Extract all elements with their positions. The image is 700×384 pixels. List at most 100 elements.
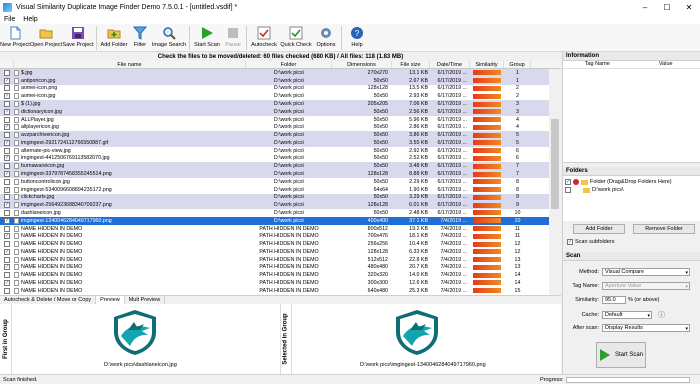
add-folder-button[interactable]: Add Folder [99, 24, 129, 52]
table-row[interactable]: aomei-icon.png D:\work pics\ 128x128 13.5 K… [0, 85, 549, 93]
table-row[interactable]: clickcharts.jpg D:\work pics\ 50x50 3.29 KB… [0, 193, 549, 202]
row-checkbox[interactable]: ✓ [4, 217, 10, 224]
options-button[interactable]: Options [313, 24, 339, 52]
table-row[interactable]: ✓ antiporicon.jpg D:\work pics\ 50x50 2.67 K… [0, 76, 549, 85]
row-checkbox[interactable] [4, 194, 10, 201]
open-project-button[interactable]: Open Project [30, 24, 62, 52]
row-checkbox[interactable]: ✓ [4, 202, 10, 209]
tab-autocheck[interactable]: Autocheck & Delete / Move or Copy [0, 296, 97, 304]
similarity-input[interactable]: 95.0 [602, 296, 626, 304]
table-row[interactable]: ✓ imgingest-1340046284049717960.png D:\wor… [0, 216, 549, 225]
row-checkbox[interactable]: ✓ [4, 186, 10, 193]
row-checkbox[interactable] [4, 132, 10, 139]
filter-button[interactable]: Filter [129, 24, 151, 52]
table-row[interactable]: ✓ NAME HIDDEN IN DEMO PATH HIDDEN IN DEMO 4… [0, 264, 549, 272]
save-project-button[interactable]: Save Project [62, 24, 94, 52]
table-row[interactable]: $.jpg D:\work pics\ 270x270 13.1 KB 6/17/201… [0, 69, 549, 77]
table-row[interactable]: ✓ imgingest-3379787458355245514.png D:\wor… [0, 170, 549, 178]
table-row[interactable]: ✓ NAME HIDDEN IN DEMO PATH HIDDEN IN DEMO 7… [0, 232, 549, 240]
row-checkbox[interactable]: ✓ [4, 108, 10, 115]
table-row[interactable]: ✓ imgingest-5340096608894235172.png D:\wor… [0, 186, 549, 194]
row-checkbox[interactable]: ✓ [4, 155, 10, 162]
after-scan-select[interactable]: Display Results ▾ [602, 324, 690, 332]
info-col-tag[interactable]: Tag Name [563, 61, 632, 68]
row-checkbox[interactable] [4, 225, 10, 232]
header-check[interactable] [0, 61, 14, 68]
table-row[interactable]: ✓ imgingest-2921724112766550887.gif D:\wor… [0, 139, 549, 147]
scan-subfolders-option[interactable]: ✓ Scan subfolders [567, 238, 614, 246]
minimize-button[interactable]: – [634, 0, 656, 14]
info-col-value[interactable]: Value [632, 61, 700, 68]
table-row[interactable]: NAME HIDDEN IN DEMO PATH HIDDEN IN DEMO 25… [0, 240, 549, 248]
header-file-size[interactable]: File size [392, 61, 430, 68]
help-button[interactable]: ? Help [344, 24, 370, 52]
help-icon[interactable]: ⓘ [658, 310, 665, 320]
row-checkbox[interactable]: ✓ [4, 93, 10, 100]
row-checkbox[interactable]: ✓ [4, 233, 10, 240]
tag-name-select[interactable]: Aperture Value ▾ [602, 282, 690, 290]
row-checkbox[interactable] [4, 256, 10, 263]
new-project-button[interactable]: New Project [0, 24, 30, 52]
start-scan-side-button[interactable]: Start Scan [596, 342, 646, 368]
row-checkbox[interactable] [4, 241, 10, 248]
maximize-button[interactable]: ☐ [656, 0, 678, 14]
table-row[interactable]: NAME HIDDEN IN DEMO PATH HIDDEN IN DEMO 32… [0, 271, 549, 279]
row-checkbox[interactable]: ✓ [4, 139, 10, 146]
menu-file[interactable]: File [4, 16, 15, 23]
table-row[interactable]: dashlaneicon.jpg D:\work pics\ 50x50 2.48 K… [0, 209, 549, 217]
table-row[interactable]: ALLPlayer.jpg D:\work pics\ 50x50 5.96 KB 6/… [0, 116, 549, 124]
row-checkbox[interactable] [4, 287, 10, 294]
header-date-time[interactable]: Date/Time [430, 61, 470, 68]
table-row[interactable]: ✓ NAME HIDDEN IN DEMO PATH HIDDEN IN DEMO 3… [0, 279, 549, 287]
row-checkbox[interactable]: ✓ [4, 124, 10, 131]
menu-help[interactable]: Help [23, 16, 37, 23]
table-row[interactable]: ✓ aomei-icon.jpg D:\work pics\ 50x50 2.93 KB… [0, 92, 549, 100]
row-checkbox[interactable] [4, 69, 10, 76]
row-checkbox[interactable] [4, 163, 10, 170]
table-row[interactable]: ✓ NAME HIDDEN IN DEMO PATH HIDDEN IN DEMO 1… [0, 248, 549, 256]
table-row[interactable]: ✓ allplayericon.jpg D:\work pics\ 50x50 2.86… [0, 123, 549, 131]
table-row[interactable]: burnawareicon.jpg D:\work pics\ 50x50 3.48 … [0, 162, 549, 171]
method-select[interactable]: Visual Compare ▾ [602, 268, 690, 276]
row-checkbox[interactable]: ✓ [4, 77, 10, 84]
row-checkbox[interactable]: ✓ [4, 279, 10, 286]
table-row[interactable]: avzparchivericon.jpg D:\work pics\ 50x50 3.… [0, 131, 549, 140]
table-row[interactable]: $ (1).jpg D:\work pics\ 205x205 7.06 KB 6/17… [0, 100, 549, 108]
scan-subfolders-checkbox[interactable]: ✓ [567, 239, 573, 245]
tab-mult-preview[interactable]: Mult Preview [125, 296, 166, 304]
table-row[interactable]: NAME HIDDEN IN DEMO PATH HIDDEN IN DEMO 51… [0, 256, 549, 264]
folder-drop-target[interactable]: ✓ Folder (Drag&Drop Folders Here) [565, 178, 698, 186]
row-checkbox[interactable] [4, 116, 10, 123]
close-button[interactable]: ✕ [678, 0, 700, 14]
row-checkbox[interactable]: ✓ [4, 171, 10, 178]
header-similarity[interactable]: Similarity [470, 61, 504, 68]
row-checkbox[interactable] [4, 101, 10, 108]
folder-item[interactable]: D:\work pics\ [565, 186, 698, 194]
autocheck-button[interactable]: Autocheck [249, 24, 279, 52]
row-checkbox[interactable] [4, 178, 10, 185]
row-checkbox[interactable] [4, 209, 10, 216]
quick-check-button[interactable]: Quick Check [279, 24, 313, 52]
add-folder-side-button[interactable]: Add Folder [573, 224, 625, 234]
start-scan-button[interactable]: Start Scan [192, 24, 222, 52]
table-row[interactable]: alternate-pic-view.jpg D:\work pics\ 50x50… [0, 147, 549, 155]
table-row[interactable]: ✓ dictionaryicon.jpg D:\work pics\ 50x50 2.5… [0, 107, 549, 116]
table-row[interactable]: buttoncontrolicon.jpg D:\work pics\ 50x50 2… [0, 178, 549, 186]
row-checkbox[interactable] [4, 272, 10, 279]
table-row[interactable]: ✓ imgingest-2564923688340709237.png D:\wor… [0, 201, 549, 210]
header-file-name[interactable]: File name [14, 61, 246, 68]
table-row[interactable]: NAME HIDDEN IN DEMO PATH HIDDEN IN DEMO 80… [0, 225, 549, 233]
cache-select[interactable]: Default ▾ [602, 311, 652, 319]
row-checkbox[interactable]: ✓ [4, 248, 10, 255]
header-dimensions[interactable]: Dimensions [332, 61, 392, 68]
image-search-button[interactable]: Image Search [151, 24, 187, 52]
table-row[interactable]: NAME HIDDEN IN DEMO PATH HIDDEN IN DEMO 64… [0, 287, 549, 295]
row-checkbox[interactable] [4, 85, 10, 92]
folder-checkbox[interactable] [565, 187, 571, 193]
folder-checkbox[interactable]: ✓ [565, 179, 571, 185]
grid-scrollbar[interactable] [549, 69, 561, 295]
remove-folder-button[interactable]: Remove Folder [633, 224, 695, 234]
tab-preview[interactable]: Preview [96, 296, 125, 304]
scrollbar-thumb[interactable] [551, 119, 559, 209]
table-row[interactable]: ✓ imgingest-4412506769113582070.jpg D:\wor… [0, 155, 549, 163]
